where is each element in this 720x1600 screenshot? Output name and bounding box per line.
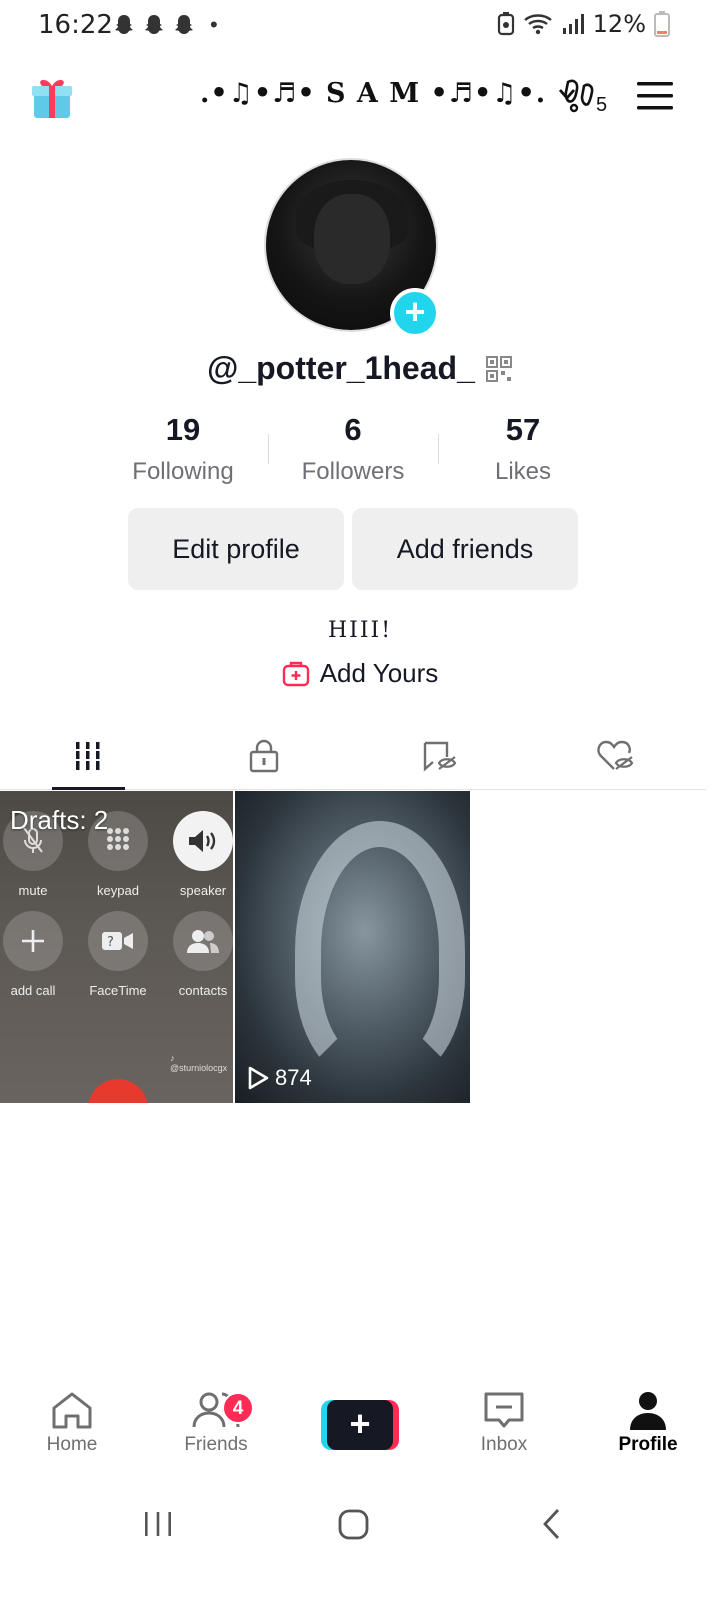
- call-control-facetime: ? FaceTime: [87, 911, 149, 998]
- call-control-label: FaceTime: [89, 983, 147, 998]
- content-tabs: [0, 722, 706, 790]
- view-count: 874: [247, 1065, 312, 1091]
- account-name: .•♫•♬• S A M •♬•♫•.: [200, 78, 547, 109]
- home-icon: [52, 1392, 92, 1429]
- stat-followers[interactable]: 6 Followers: [268, 412, 438, 492]
- status-bar: 16:22 • 12%: [0, 0, 720, 52]
- nav-inbox[interactable]: Inbox: [432, 1390, 576, 1476]
- profile-stats: 19 Following 6 Followers 57 Likes: [98, 412, 610, 492]
- nav-profile[interactable]: Profile: [576, 1390, 720, 1476]
- bio-text: HIII!: [327, 618, 393, 643]
- add-yours-label: Add Yours: [319, 658, 439, 688]
- stat-following[interactable]: 19 Following: [98, 412, 268, 492]
- add-avatar-plus-icon[interactable]: +: [390, 288, 440, 338]
- speaker-icon: [189, 830, 216, 852]
- username-row: @_potter_1head_: [0, 350, 720, 387]
- tab-private[interactable]: [176, 722, 352, 789]
- profile-icon: [630, 1392, 666, 1430]
- nav-friends[interactable]: 4 Friends: [144, 1390, 288, 1476]
- signal-icon: [562, 14, 584, 34]
- stat-divider: [268, 434, 269, 464]
- play-icon: [248, 1066, 269, 1090]
- add-yours-icon: [282, 661, 309, 686]
- call-control-label: add call: [10, 983, 56, 998]
- view-count-value: 874: [275, 1065, 312, 1090]
- add-friends-button[interactable]: Add friends: [352, 508, 578, 590]
- battery-saver-icon: [497, 12, 514, 36]
- drafts-tile[interactable]: Drafts: 2 mute keypad speaker add call ?…: [0, 791, 233, 1103]
- videos-grid-icon: [73, 741, 103, 770]
- nav-inbox-label: Inbox: [480, 1434, 528, 1455]
- create-plus-icon: +: [321, 1400, 399, 1450]
- nav-profile-label: Profile: [618, 1434, 678, 1455]
- gift-icon[interactable]: [30, 72, 74, 120]
- creator-count: 5: [596, 94, 608, 116]
- snapchat-icon: [145, 15, 163, 34]
- snapchat-icon: [175, 15, 193, 34]
- private-lock-icon: [249, 739, 279, 772]
- video-grid: Drafts: 2 mute keypad speaker add call ?…: [0, 791, 706, 1103]
- recent-apps-icon[interactable]: [142, 1506, 174, 1542]
- facetime-icon: ?: [102, 932, 133, 950]
- nav-friends-label: Friends: [184, 1434, 248, 1455]
- tab-liked[interactable]: [528, 722, 704, 789]
- video-thumbnail-subject: [295, 821, 465, 1081]
- tab-videos[interactable]: [0, 722, 176, 790]
- status-right: 12%: [497, 10, 670, 38]
- likes-count: 57: [505, 412, 541, 447]
- call-control-label: mute: [18, 883, 48, 898]
- call-control-add-call: add call: [2, 911, 64, 998]
- video-tile[interactable]: 874: [235, 791, 470, 1103]
- likes-label: Likes: [494, 458, 552, 485]
- avatar-face: [314, 194, 390, 284]
- edit-profile-button[interactable]: Edit profile: [128, 508, 344, 590]
- call-control-label: speaker: [179, 883, 227, 898]
- followers-count: 6: [344, 412, 362, 447]
- hamburger-menu-icon[interactable]: [636, 80, 674, 112]
- followers-label: Followers: [301, 458, 405, 485]
- battery-icon: [654, 11, 670, 37]
- status-time: 16:22: [38, 10, 113, 40]
- reposts-hidden-icon: [423, 741, 457, 772]
- add-yours-link[interactable]: Add Yours: [0, 658, 720, 689]
- account-switcher[interactable]: .•♫•♬• S A M •♬•♫•.: [200, 78, 578, 109]
- inbox-icon: [484, 1392, 524, 1428]
- plus-icon: [22, 930, 44, 952]
- following-label: Following: [132, 458, 234, 485]
- nav-home[interactable]: Home: [0, 1390, 144, 1476]
- call-control-label: contacts: [178, 983, 228, 998]
- drafts-label: Drafts: 2: [10, 805, 109, 835]
- end-call-button: [88, 1079, 148, 1103]
- call-control-contacts: contacts: [172, 911, 233, 998]
- contacts-icon: [187, 930, 219, 953]
- username: @_potter_1head_: [207, 350, 475, 386]
- keypad-icon: [107, 828, 129, 850]
- system-nav-bar: [0, 1498, 720, 1558]
- nav-create[interactable]: +: [288, 1390, 432, 1476]
- svg-text:?: ?: [107, 935, 114, 950]
- nav-home-label: Home: [46, 1434, 98, 1455]
- call-control-label: keypad: [97, 883, 139, 898]
- following-count: 19: [165, 412, 201, 447]
- qr-code-icon[interactable]: [485, 355, 513, 383]
- snapchat-icon: [115, 15, 133, 34]
- friends-badge: 4: [222, 1392, 254, 1424]
- stat-divider: [438, 434, 439, 464]
- tiktok-watermark: ♪ @sturniolocgx: [170, 1053, 228, 1073]
- battery-percent: 12%: [592, 10, 646, 38]
- wifi-icon: [523, 14, 552, 35]
- tab-reposts[interactable]: [352, 722, 528, 789]
- creator-tools-button[interactable]: 5: [562, 76, 612, 118]
- dot-icon: •: [210, 12, 218, 37]
- stat-likes[interactable]: 57 Likes: [438, 412, 608, 492]
- profile-header: .•♫•♬• S A M •♬•♫•. 5: [0, 64, 720, 128]
- notification-icons: •: [112, 12, 218, 38]
- liked-hidden-icon: [597, 740, 634, 770]
- back-icon[interactable]: [538, 1506, 566, 1542]
- call-control-speaker: speaker: [172, 811, 233, 898]
- bottom-nav: Home 4 Friends + Inbox Profile: [0, 1390, 720, 1476]
- home-button-icon[interactable]: [336, 1506, 372, 1542]
